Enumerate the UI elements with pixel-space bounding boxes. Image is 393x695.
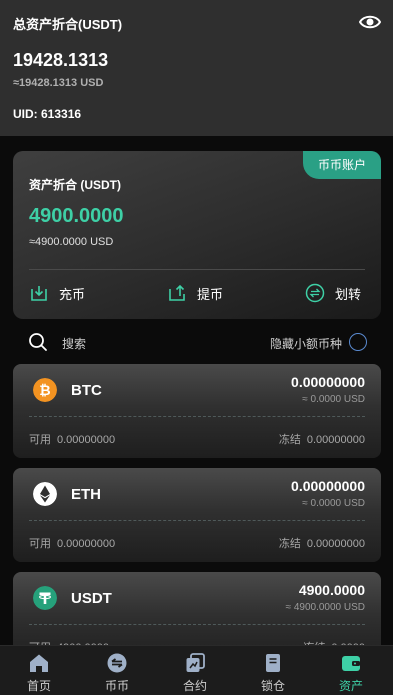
nav-item-home[interactable]: 首页 xyxy=(0,646,78,695)
bottom-nav: 首页 币币 合约 锁仓 资产 xyxy=(0,645,393,695)
withdraw-icon xyxy=(169,284,185,301)
total-assets-title: 总资产折合(USDT) xyxy=(13,17,123,32)
account-value-usd: ≈4900.0000 USD xyxy=(29,236,114,248)
nav-item-contract[interactable]: 合约 xyxy=(156,646,234,695)
lock-position-icon xyxy=(266,654,280,672)
coin-card-eth[interactable]: ETH 0.00000000 ≈ 0.0000 USD 可用 0.00000000… xyxy=(13,468,381,562)
search-icon[interactable] xyxy=(28,332,48,352)
coin-usd-value: ≈ 0.0000 USD xyxy=(302,394,365,405)
search-input[interactable]: 搜索 xyxy=(62,335,86,352)
search-row: 搜索 隐藏小额币种 xyxy=(0,326,393,358)
ethereum-icon xyxy=(33,482,57,506)
deposit-label: 充币 xyxy=(59,286,86,302)
nav-label: 首页 xyxy=(26,679,51,693)
asset-header: 总资产折合(USDT) 19428.1313 ≈19428.1313 USD U… xyxy=(0,0,393,136)
coin-frozen: 冻结 0.00000000 xyxy=(278,538,365,550)
coin-name: USDT xyxy=(71,590,112,607)
account-type-badge[interactable]: 币币账户 xyxy=(303,151,381,179)
transfer-button[interactable]: 划转 xyxy=(305,281,361,305)
user-uid: UID: 613316 xyxy=(13,107,82,121)
nav-item-assets[interactable]: 资产 xyxy=(312,646,390,695)
transfer-label: 划转 xyxy=(335,286,362,302)
svg-text:₿: ₿ xyxy=(39,383,50,399)
spot-account-card: 币币账户 资产折合 (USDT) 4900.0000 ≈4900.0000 US… xyxy=(13,151,381,319)
divider xyxy=(29,624,365,625)
account-value-label: 资产折合 (USDT) xyxy=(29,178,121,192)
coin-name: ETH xyxy=(71,486,101,503)
nav-label: 合约 xyxy=(182,679,207,693)
withdraw-label: 提币 xyxy=(197,286,224,302)
tether-icon xyxy=(33,586,57,610)
deposit-button[interactable]: 充币 xyxy=(29,281,85,305)
coin-card-btc[interactable]: ₿ BTC 0.00000000 ≈ 0.0000 USD 可用 0.000000… xyxy=(13,364,381,458)
coin-usd-value: ≈ 0.0000 USD xyxy=(302,498,365,509)
coin-amount: 4900.0000 xyxy=(298,582,365,598)
total-assets-usd: ≈19428.1313 USD xyxy=(13,77,104,89)
total-assets-value: 19428.1313 xyxy=(13,50,109,70)
nav-item-lock-position[interactable]: 锁仓 xyxy=(234,646,312,695)
nav-label: 币币 xyxy=(104,679,129,693)
deposit-icon xyxy=(31,286,47,301)
withdraw-button[interactable]: 提币 xyxy=(167,281,223,305)
coin-available: 可用 0.00000000 xyxy=(29,434,116,446)
contract-icon xyxy=(186,653,205,672)
divider xyxy=(29,269,365,270)
hide-small-balances-toggle[interactable] xyxy=(349,333,367,351)
nav-item-spot[interactable]: 币币 xyxy=(78,646,156,695)
home-icon xyxy=(30,654,48,672)
coin-available: 可用 0.00000000 xyxy=(29,538,116,550)
coin-frozen: 冻结 0.00000000 xyxy=(278,434,365,446)
transfer-icon xyxy=(305,283,325,303)
nav-label: 资产 xyxy=(338,679,363,693)
coin-amount: 0.00000000 xyxy=(291,478,365,494)
exchange-icon xyxy=(107,653,127,673)
account-value: 4900.0000 xyxy=(29,205,124,227)
nav-label: 锁仓 xyxy=(260,679,285,693)
divider xyxy=(29,520,365,521)
coin-usd-value: ≈ 4900.0000 USD xyxy=(285,602,365,613)
coin-amount: 0.00000000 xyxy=(291,374,365,390)
eye-icon[interactable] xyxy=(359,12,381,32)
bitcoin-icon: ₿ xyxy=(33,378,57,402)
divider xyxy=(29,416,365,417)
wallet-icon xyxy=(342,656,360,671)
hide-small-balances-label[interactable]: 隐藏小额币种 xyxy=(270,335,342,352)
coin-name: BTC xyxy=(71,382,102,399)
